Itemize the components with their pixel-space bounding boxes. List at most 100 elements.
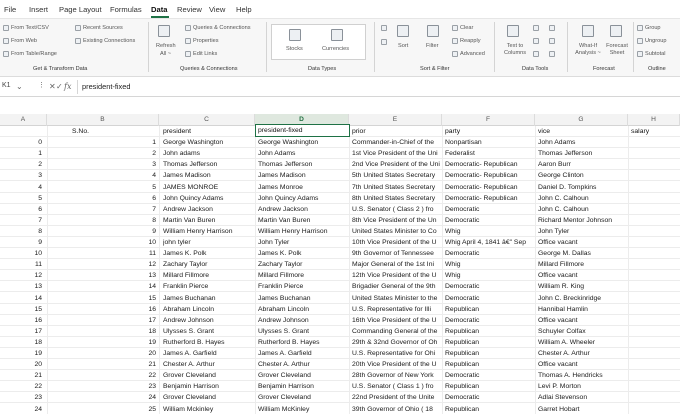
cell-party[interactable]: Republican [445, 326, 535, 337]
cell-index[interactable]: 18 [4, 337, 42, 348]
cell-index[interactable]: 16 [4, 315, 42, 326]
existing-connections-button[interactable]: Existing Connections [83, 38, 135, 44]
cell-president-fixed[interactable]: James K. Polk [258, 248, 348, 259]
cell-index[interactable]: 24 [4, 404, 42, 414]
cell-index[interactable]: 1 [4, 148, 42, 159]
cell-president-fixed[interactable]: James Madison [258, 170, 348, 181]
cell-president-fixed[interactable]: Andrew Jackson [258, 204, 348, 215]
cell-party[interactable]: Republican [445, 381, 535, 392]
menu-help[interactable]: Help [236, 5, 252, 14]
cell-prior[interactable]: 29th & 32nd Governor of Oh [352, 337, 442, 348]
cell-party[interactable]: Nonpartisan [445, 137, 535, 148]
cell-header-salary[interactable]: salary [631, 126, 678, 137]
cell-prior[interactable]: 5th United States Secretary [352, 170, 442, 181]
cell-header-party[interactable]: party [445, 126, 533, 137]
cell-president[interactable]: James Madison [163, 170, 255, 181]
cell-president[interactable]: Ulysses S. Grant [163, 326, 255, 337]
cell-prior[interactable]: 9th Governor of Tennessee [352, 248, 442, 259]
cell-index[interactable]: 15 [4, 304, 42, 315]
cell-vice[interactable]: Schuyler Colfax [538, 326, 628, 337]
menu-data[interactable]: Data [151, 5, 167, 14]
refresh-all-dropdown[interactable]: All ~ [160, 51, 171, 57]
cell-vice[interactable]: Thomas A. Hendricks [538, 370, 628, 381]
cell-party[interactable]: Whig [445, 226, 535, 237]
cell-vice[interactable]: Millard Fillmore [538, 259, 628, 270]
cell-party[interactable]: Democratic [445, 293, 535, 304]
cell-prior[interactable]: U.S. Representative for Illi [352, 304, 442, 315]
cell-president-fixed[interactable]: Grover Cleveland [258, 392, 348, 403]
cell-index[interactable]: 7 [4, 215, 42, 226]
column-header-c[interactable]: C [159, 114, 255, 126]
cell-president-fixed[interactable]: John Tyler [258, 237, 348, 248]
sort-button[interactable]: Sort [398, 43, 408, 49]
cell-header-vice[interactable]: vice [538, 126, 626, 137]
cell-president[interactable]: Rutherford B. Hayes [163, 337, 255, 348]
cell-prior[interactable]: Commander-in-Chief of the [352, 137, 442, 148]
cell-sno[interactable]: 3 [50, 159, 156, 170]
enter-icon[interactable]: ✓ [56, 82, 63, 91]
cell-prior[interactable]: U.S. Representative for Ohi [352, 348, 442, 359]
stocks-button[interactable]: Stocks [286, 46, 303, 52]
cell-president-fixed[interactable]: Thomas Jefferson [258, 159, 348, 170]
column-header-g[interactable]: G [535, 114, 628, 126]
cell-party[interactable]: Whig April 4, 1841 â€" Sep [445, 237, 535, 248]
cell-sno[interactable]: 10 [50, 237, 156, 248]
queries-connections-button[interactable]: Queries & Connections [193, 25, 251, 31]
column-header-b[interactable]: B [47, 114, 159, 126]
edit-links-button[interactable]: Edit Links [193, 51, 217, 57]
cell-sno[interactable]: 20 [50, 348, 156, 359]
cell-party[interactable]: Democratic- Republican [445, 159, 535, 170]
cell-vice[interactable]: Office vacant [538, 359, 628, 370]
cell-president-fixed[interactable]: Rutherford B. Hayes [258, 337, 348, 348]
menu-view[interactable]: View [209, 5, 225, 14]
cell-prior[interactable]: United States Minister to the [352, 293, 442, 304]
cell-prior[interactable]: Brigadier General of the 9th [352, 281, 442, 292]
formula-input[interactable]: president-fixed [82, 82, 130, 91]
cell-index[interactable]: 5 [4, 193, 42, 204]
cell-president-fixed[interactable]: James Buchanan [258, 293, 348, 304]
cell-sno[interactable]: 9 [50, 226, 156, 237]
cell-president-fixed[interactable]: George Washington [258, 137, 348, 148]
cell-president[interactable]: Abraham Lincoln [163, 304, 255, 315]
name-box-dropdown-icon[interactable]: ⌄ [16, 82, 23, 91]
cell-president-fixed[interactable]: Abraham Lincoln [258, 304, 348, 315]
cell-party[interactable]: Whig [445, 259, 535, 270]
cell-sno[interactable]: 19 [50, 337, 156, 348]
cell-vice[interactable]: Office vacant [538, 270, 628, 281]
cell-sno[interactable]: 1 [50, 137, 156, 148]
cell-header-sno[interactable]: S.No. [72, 126, 132, 137]
cell-president[interactable]: Millard Fillmore [163, 270, 255, 281]
cell-party[interactable]: Republican [445, 304, 535, 315]
cell-vice[interactable]: Chester A. Arthur [538, 348, 628, 359]
reapply-button[interactable]: Reapply [460, 38, 481, 44]
cell-party[interactable]: Republican [445, 404, 535, 414]
cell-index[interactable]: 21 [4, 370, 42, 381]
cell-president[interactable]: John adams [163, 148, 255, 159]
cell-index[interactable]: 6 [4, 204, 42, 215]
column-header-f[interactable]: F [442, 114, 535, 126]
cell-sno[interactable]: 23 [50, 381, 156, 392]
cell-sno[interactable]: 5 [50, 182, 156, 193]
cell-president[interactable]: William Mckinley [163, 404, 255, 414]
cell-prior[interactable]: 10th Vice President of the U [352, 237, 442, 248]
cell-president[interactable]: Zachary Taylor [163, 259, 255, 270]
recent-sources-button[interactable]: Recent Sources [83, 25, 123, 31]
cell-index[interactable]: 4 [4, 182, 42, 193]
cell-party[interactable]: Democratic [445, 204, 535, 215]
cell-header-a[interactable] [4, 126, 44, 137]
ungroup-button[interactable]: Ungroup [645, 38, 666, 44]
cell-vice[interactable]: Levi P. Morton [538, 381, 628, 392]
cell-index[interactable]: 19 [4, 348, 42, 359]
cell-party[interactable]: Democratic [445, 315, 535, 326]
cell-sno[interactable]: 16 [50, 304, 156, 315]
cell-president[interactable]: Thomas Jefferson [163, 159, 255, 170]
cell-party[interactable]: Democratic- Republican [445, 193, 535, 204]
cell-index[interactable]: 22 [4, 381, 42, 392]
cell-sno[interactable]: 25 [50, 404, 156, 414]
cell-party[interactable]: Republican [445, 348, 535, 359]
cell-sno[interactable]: 15 [50, 293, 156, 304]
cell-vice[interactable]: William A. Wheeler [538, 337, 628, 348]
column-header-a[interactable]: A [0, 114, 47, 126]
cell-vice[interactable]: George Clinton [538, 170, 628, 181]
cell-vice[interactable]: Adlai Stevenson [538, 392, 628, 403]
